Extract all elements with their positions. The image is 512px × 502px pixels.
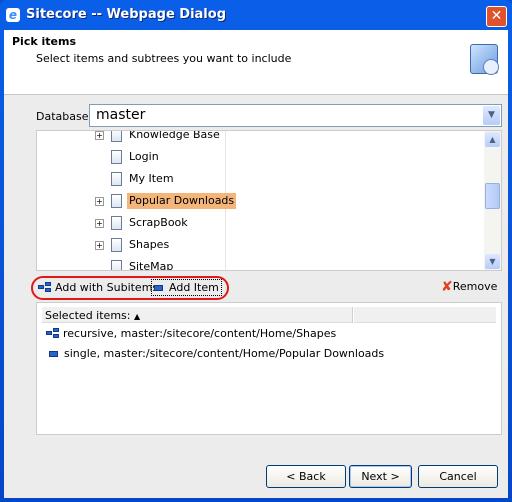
subitems-icon [38,282,52,292]
remove-button[interactable]: ✘Remove [441,279,497,295]
add-item-button[interactable]: Add Item [151,279,222,296]
list-item-text: recursive, master:/sitecore/content/Home… [63,327,337,340]
item-icon [154,285,163,291]
document-icon [111,194,122,208]
chevron-down-icon[interactable]: ▼ [483,106,500,125]
ie-icon: e [6,8,20,22]
tree-node-label[interactable]: Shapes [127,237,171,253]
content-tree: + Knowledge Base Login My Item + Popular Down… [36,130,502,271]
scroll-down-button[interactable]: ▼ [485,254,500,269]
expand-icon[interactable]: + [95,197,104,206]
toolbar: Add with Subitems Add Item ✘Remove [4,276,508,300]
database-select[interactable]: master ▼ [89,104,502,127]
scroll-up-button[interactable]: ▲ [485,132,500,147]
remove-label: Remove [452,280,498,293]
subitems-icon [46,328,60,338]
tree-node-label[interactable]: Knowledge Base [127,131,222,143]
column-divider [352,307,354,323]
document-icon [111,150,122,164]
sort-asc-icon: ▲ [133,312,141,321]
selected-items-list: Selected items: ▲ recursive, master:/sit… [36,302,502,435]
document-icon [111,260,122,270]
tree-scrollbar[interactable]: ▲ ▼ [484,131,501,270]
item-icon [49,351,58,357]
header-title: Pick items [12,35,76,48]
dialog-window: e Sitecore -- Webpage Dialog ✕ Pick item… [0,0,512,502]
database-label: Database: [36,110,93,123]
add-with-subitems-button[interactable]: Add with Subitems [38,281,158,294]
add-with-subitems-label: Add with Subitems [55,281,159,294]
expand-icon[interactable]: + [95,131,104,140]
database-value: master [96,107,146,123]
column-header-selected-items[interactable]: Selected items: [45,309,130,322]
tree-node-label[interactable]: SiteMap [127,259,175,270]
list-item[interactable]: recursive, master:/sitecore/content/Home… [46,327,336,340]
close-button[interactable]: ✕ [486,6,507,27]
document-icon [111,131,122,142]
tree-node-label[interactable]: My Item [127,171,176,187]
list-item[interactable]: single, master:/sitecore/content/Home/Po… [49,347,384,360]
tree-node-label[interactable]: Login [127,149,161,165]
expand-icon[interactable]: + [95,219,104,228]
next-button[interactable]: Next > [349,465,412,488]
tree-node-label[interactable]: Popular Downloads [127,193,237,209]
document-icon [111,172,122,186]
dialog-header: Pick items Select items and subtrees you… [4,30,508,95]
add-item-label: Add Item [169,281,219,294]
expand-icon[interactable]: + [95,241,104,250]
list-header[interactable]: Selected items: ▲ [42,307,496,323]
header-subtitle: Select items and subtrees you want to in… [36,52,292,65]
cancel-button[interactable]: Cancel [418,465,498,488]
document-icon [111,238,122,252]
back-button[interactable]: < Back [266,465,346,488]
scroll-thumb[interactable] [485,183,500,209]
document-icon [111,216,122,230]
window-title: Sitecore -- Webpage Dialog [26,7,226,22]
remove-x-icon: ✘ [441,279,453,295]
title-bar: e Sitecore -- Webpage Dialog ✕ [0,0,512,30]
list-item-text: single, master:/sitecore/content/Home/Po… [64,347,385,360]
tree-node-label[interactable]: ScrapBook [127,215,190,231]
package-icon [470,44,499,75]
